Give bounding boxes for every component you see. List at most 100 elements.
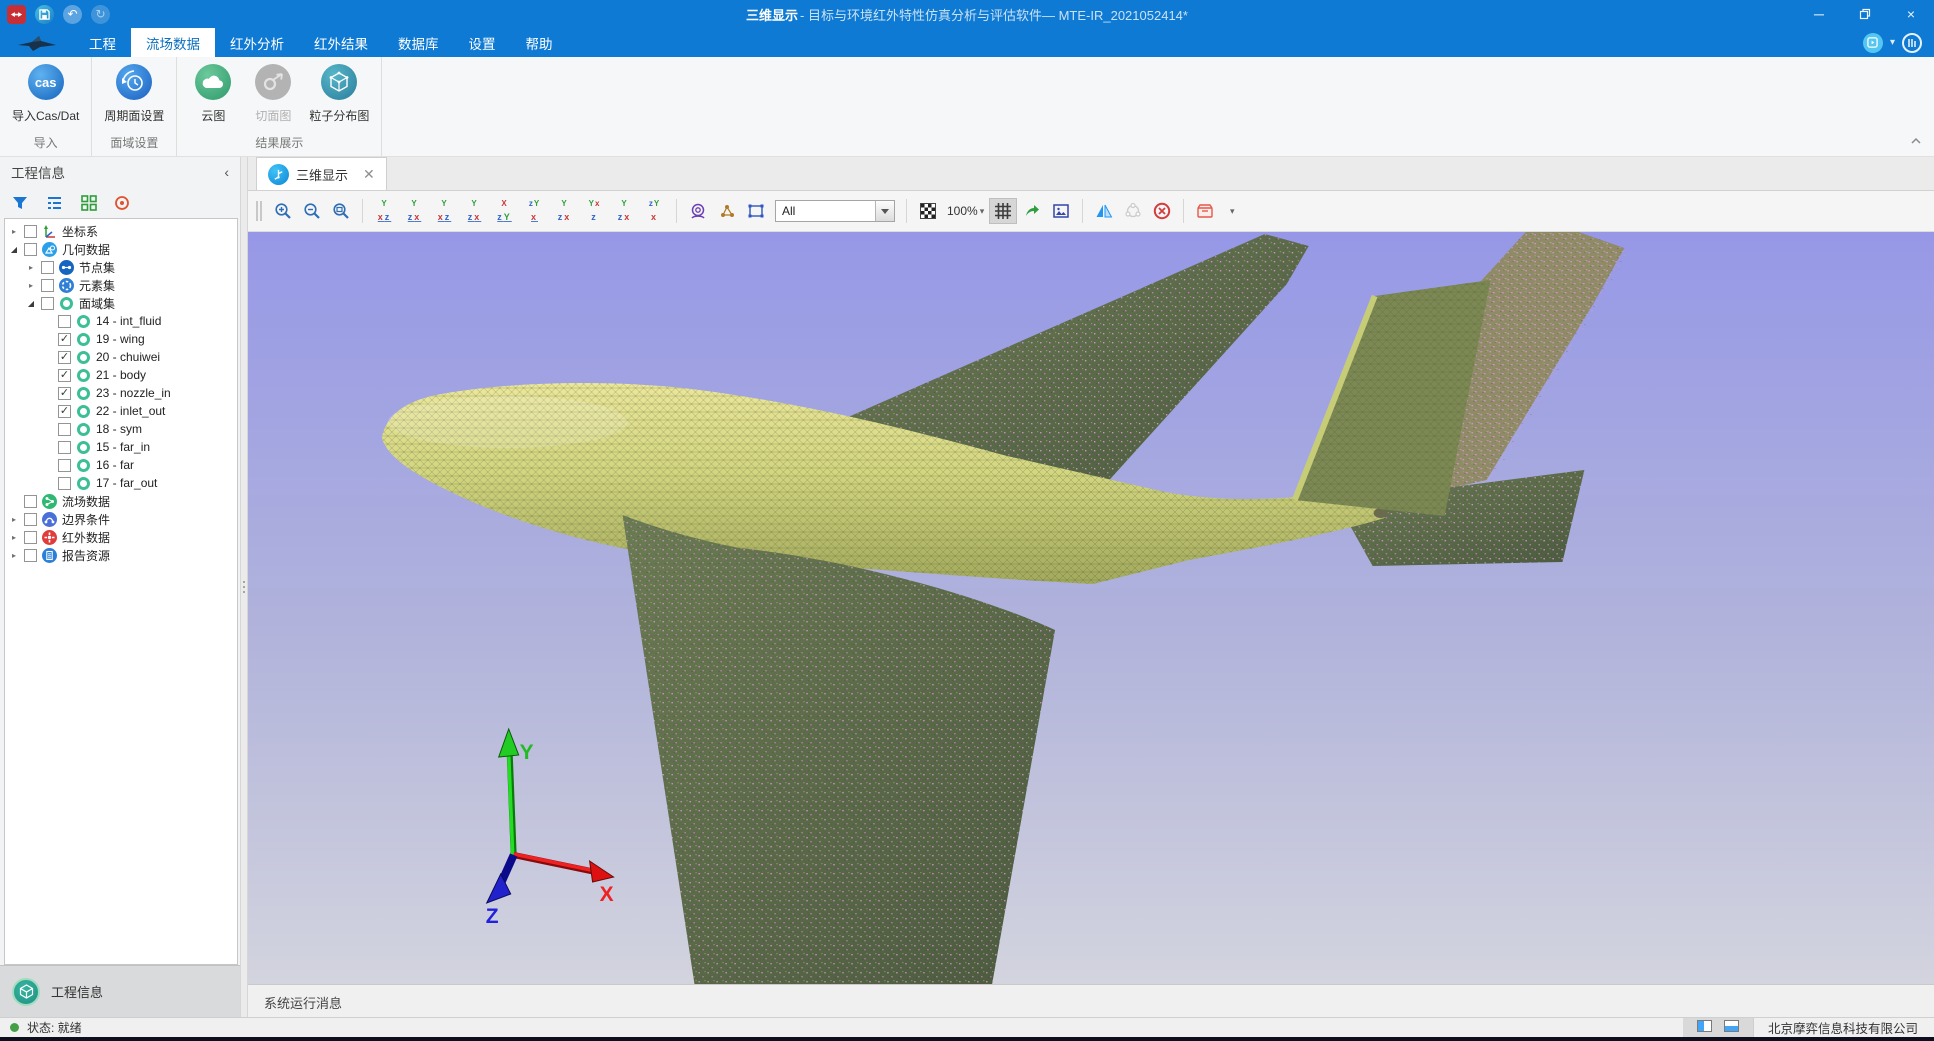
tree-item-flow-data[interactable]: 流场数据 (5, 492, 237, 510)
redo-icon[interactable]: ↻ (91, 5, 110, 24)
grid-view-button[interactable] (81, 195, 97, 211)
tree-checkbox[interactable] (24, 495, 37, 508)
tree-item-far[interactable]: 16 - far (5, 456, 237, 474)
tree-item-chuiwei[interactable]: ✓20 - chuiwei (5, 348, 237, 366)
save-icon[interactable] (35, 5, 54, 24)
help-book-icon[interactable] (1902, 33, 1922, 53)
view-top-button[interactable]: XzY (490, 198, 519, 224)
collapse-arrow-icon[interactable]: ▸ (26, 263, 36, 272)
view-bottom-button[interactable]: zYx (520, 198, 549, 224)
tree-checkbox[interactable]: ✓ (58, 333, 71, 346)
view-iso-3-button[interactable]: Yzx (610, 198, 639, 224)
theme-icon[interactable] (1863, 33, 1883, 53)
filter-button[interactable] (11, 195, 29, 211)
export-view-button[interactable] (1018, 198, 1046, 224)
collapse-arrow-icon[interactable]: ▸ (9, 227, 19, 236)
minimize-icon[interactable]: ─ (1796, 0, 1842, 28)
viewport-3d[interactable]: Y X Z (248, 232, 1934, 984)
menu-item-0[interactable]: 工程 (74, 28, 131, 57)
tree-item-face-set[interactable]: ◢面域集 (5, 294, 237, 312)
panel-splitter[interactable] (240, 157, 248, 1017)
tree-item-geometry-data[interactable]: ◢几何数据 (5, 240, 237, 258)
collapse-arrow-icon[interactable]: ▸ (9, 515, 19, 524)
tree-checkbox[interactable] (24, 531, 37, 544)
tree-item-far-in[interactable]: 15 - far_in (5, 438, 237, 456)
view-iso-4-button[interactable]: zYx (640, 198, 669, 224)
view-iso-1-button[interactable]: Yzx (550, 198, 579, 224)
tree-checkbox[interactable] (58, 441, 71, 454)
menu-item-3[interactable]: 红外结果 (299, 28, 383, 57)
camera-button[interactable] (684, 198, 712, 224)
ribbon-button-cloud[interactable]: 云图 (189, 64, 237, 124)
tab-3d-display[interactable]: 三维显示 ✕ (256, 157, 387, 190)
tree-checkbox[interactable]: ✓ (58, 369, 71, 382)
tree-item-sym[interactable]: 18 - sym (5, 420, 237, 438)
box-select-button[interactable] (742, 198, 770, 224)
undo-icon[interactable]: ↶ (63, 5, 82, 24)
collapse-arrow-icon[interactable]: ▸ (9, 533, 19, 542)
restore-icon[interactable] (1842, 0, 1888, 28)
tree-item-far-out[interactable]: 17 - far_out (5, 474, 237, 492)
tree-checkbox[interactable]: ✓ (58, 387, 71, 400)
display-filter-combo[interactable]: All (775, 200, 895, 222)
collapse-arrow-icon[interactable]: ▸ (26, 281, 36, 290)
tree-checkbox[interactable] (41, 279, 54, 292)
tree-checkbox[interactable] (24, 225, 37, 238)
view-back-button[interactable]: Yzx (400, 198, 429, 224)
app-jet-icon[interactable] (7, 5, 26, 24)
tree-checkbox[interactable] (58, 459, 71, 472)
close-icon[interactable]: × (1888, 0, 1934, 28)
ribbon-button-cas[interactable]: cas导入Cas/Dat (12, 64, 79, 124)
view-right-button[interactable]: Yzx (460, 198, 489, 224)
tree-item-element-set[interactable]: ▸元素集 (5, 276, 237, 294)
tree-item-infrared-data[interactable]: ▸红外数据 (5, 528, 237, 546)
tree-checkbox[interactable] (58, 477, 71, 490)
menu-item-2[interactable]: 红外分析 (215, 28, 299, 57)
tree-item-coord-system[interactable]: ▸坐标系 (5, 222, 237, 240)
tree-checkbox[interactable] (41, 261, 54, 274)
zoom-level-dropdown[interactable]: 100%▾ (943, 204, 988, 218)
mirror-button[interactable] (1090, 198, 1118, 224)
tree-checkbox[interactable]: ✓ (58, 351, 71, 364)
tree-item-int-fluid[interactable]: 14 - int_fluid (5, 312, 237, 330)
tree-item-report-resources[interactable]: ▸报告资源 (5, 546, 237, 564)
tab-close-icon[interactable]: ✕ (363, 166, 375, 183)
collapse-arrow-icon[interactable]: ▸ (9, 551, 19, 560)
ribbon-button-clock[interactable]: 周期面设置 (104, 64, 164, 124)
mesh-toggle-button[interactable] (989, 198, 1017, 224)
menu-item-4[interactable]: 数据库 (383, 28, 454, 57)
tree-item-body[interactable]: ✓21 - body (5, 366, 237, 384)
more-dropdown-button[interactable]: ▾ (1220, 198, 1248, 224)
menu-item-6[interactable]: 帮助 (511, 28, 568, 57)
expand-arrow-icon[interactable]: ◢ (9, 245, 19, 254)
menu-item-5[interactable]: 设置 (454, 28, 511, 57)
cancel-render-button[interactable] (1148, 198, 1176, 224)
tree-item-wing[interactable]: ✓19 - wing (5, 330, 237, 348)
view-left-button[interactable]: Yxz (430, 198, 459, 224)
locate-button[interactable] (114, 195, 130, 211)
expand-arrow-icon[interactable]: ◢ (26, 299, 36, 308)
tree-item-inlet-out[interactable]: ✓22 - inlet_out (5, 402, 237, 420)
ribbon-button-particle-cube[interactable]: 粒子分布图 (309, 64, 369, 124)
menu-item-1[interactable]: 流场数据 (131, 28, 215, 57)
package-button[interactable] (1191, 198, 1219, 224)
zoom-out-button[interactable] (298, 198, 326, 224)
tree-checkbox[interactable] (24, 513, 37, 526)
panel-collapse-icon[interactable]: ‹ (224, 164, 229, 180)
layout-split-icon[interactable] (1697, 1020, 1712, 1035)
tree-checkbox[interactable] (24, 549, 37, 562)
tree-checkbox[interactable]: ✓ (58, 405, 71, 418)
chevron-down-icon[interactable]: ▾ (1890, 37, 1895, 48)
ribbon-collapse-icon[interactable] (1910, 132, 1922, 150)
tree-item-nozzle-in[interactable]: ✓23 - nozzle_in (5, 384, 237, 402)
toolbar-drag-handle[interactable] (256, 201, 262, 221)
view-front-button[interactable]: Yxz (370, 198, 399, 224)
tree-checkbox[interactable] (41, 297, 54, 310)
tree-checkbox[interactable] (58, 315, 71, 328)
tree-checkbox[interactable] (24, 243, 37, 256)
particle-trace-button[interactable] (713, 198, 741, 224)
combo-dropdown-icon[interactable] (875, 201, 894, 221)
layout-bottom-icon[interactable] (1724, 1020, 1739, 1035)
zoom-in-button[interactable] (269, 198, 297, 224)
zoom-fit-button[interactable] (327, 198, 355, 224)
